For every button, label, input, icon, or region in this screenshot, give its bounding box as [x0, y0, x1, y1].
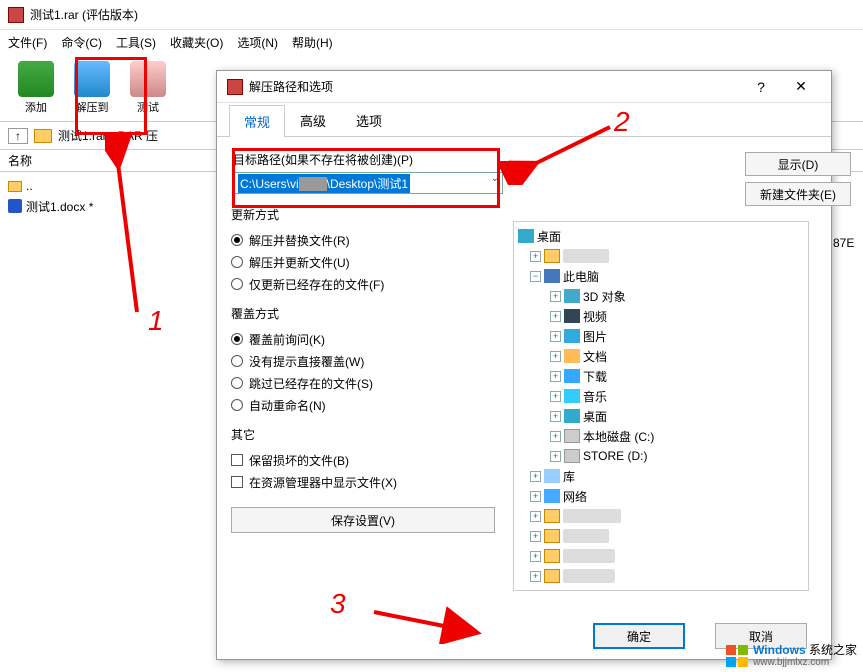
- add-icon: [18, 61, 54, 97]
- radio-overwrite[interactable]: 没有提示直接覆盖(W): [231, 350, 505, 372]
- disk-icon: [564, 449, 580, 463]
- expander-icon[interactable]: −: [530, 271, 541, 282]
- music-icon: [564, 389, 580, 403]
- expander-icon[interactable]: +: [550, 351, 561, 362]
- update-mode-label: 更新方式: [231, 206, 505, 223]
- display-button[interactable]: 显示(D): [745, 152, 851, 176]
- video-icon: [564, 309, 580, 323]
- expander-icon[interactable]: +: [550, 311, 561, 322]
- save-settings-button[interactable]: 保存设置(V): [231, 507, 495, 533]
- col-name[interactable]: 名称: [8, 152, 32, 169]
- check-keep-broken[interactable]: 保留损坏的文件(B): [231, 449, 505, 471]
- expander-icon[interactable]: +: [530, 551, 541, 562]
- up-button[interactable]: ↑: [8, 128, 28, 144]
- expander-icon[interactable]: +: [550, 391, 561, 402]
- menu-favorites[interactable]: 收藏夹(O): [170, 34, 223, 51]
- menu-commands[interactable]: 命令(C): [61, 34, 102, 51]
- pictures-icon: [564, 329, 580, 343]
- add-button[interactable]: 添加: [8, 57, 64, 119]
- ok-button[interactable]: 确定: [593, 623, 685, 649]
- overwrite-label: 覆盖方式: [231, 305, 505, 322]
- radio-extract-replace[interactable]: 解压并替换文件(R): [231, 229, 505, 251]
- expander-icon[interactable]: +: [550, 291, 561, 302]
- documents-icon: [564, 349, 580, 363]
- menu-options[interactable]: 选项(N): [237, 34, 278, 51]
- expander-icon[interactable]: +: [530, 471, 541, 482]
- expander-icon[interactable]: +: [550, 411, 561, 422]
- docx-icon: [8, 199, 22, 213]
- folder-icon: [544, 509, 560, 523]
- expander-icon[interactable]: +: [530, 531, 541, 542]
- radio-ask[interactable]: 覆盖前询问(K): [231, 328, 505, 350]
- expander-icon[interactable]: +: [530, 491, 541, 502]
- winrar-icon: [227, 79, 243, 95]
- 3d-icon: [564, 289, 580, 303]
- menu-file[interactable]: 文件(F): [8, 34, 47, 51]
- archive-icon: [34, 129, 52, 143]
- radio-freshen[interactable]: 仅更新已经存在的文件(F): [231, 273, 505, 295]
- desktop-icon: [518, 229, 534, 243]
- add-label: 添加: [25, 99, 47, 115]
- disk-icon: [564, 429, 580, 443]
- new-folder-button[interactable]: 新建文件夹(E): [745, 182, 851, 206]
- main-titlebar: 测试1.rar (评估版本): [0, 0, 863, 30]
- windows-logo-icon: [725, 644, 749, 668]
- dialog-titlebar: 解压路径和选项 ? ✕: [217, 71, 831, 103]
- folder-icon: [544, 549, 560, 563]
- tab-general[interactable]: 常规: [229, 105, 285, 137]
- menubar: 文件(F) 命令(C) 工具(S) 收藏夹(O) 选项(N) 帮助(H): [0, 30, 863, 54]
- expander-icon[interactable]: +: [550, 431, 561, 442]
- updir-label: ..: [26, 179, 33, 193]
- annotation-number-1: 1: [148, 305, 164, 337]
- annotation-box-2: [232, 148, 500, 208]
- expander-icon[interactable]: +: [550, 371, 561, 382]
- winrar-icon: [8, 7, 24, 23]
- folder-icon: [544, 569, 560, 583]
- expander-icon[interactable]: +: [530, 511, 541, 522]
- watermark: Windows 系统之家 www.bjjmlxz.com: [725, 644, 857, 668]
- check-show-explorer[interactable]: 在资源管理器中显示文件(X): [231, 471, 505, 493]
- folder-icon: [544, 529, 560, 543]
- dialog-tabs: 常规 高级 选项: [217, 107, 831, 137]
- expander-icon[interactable]: +: [550, 331, 561, 342]
- tab-options[interactable]: 选项: [341, 104, 397, 136]
- help-button[interactable]: ?: [741, 79, 781, 95]
- close-button[interactable]: ✕: [781, 78, 821, 95]
- expander-icon[interactable]: +: [550, 451, 561, 462]
- pc-icon: [544, 269, 560, 283]
- dialog-title: 解压路径和选项: [249, 78, 741, 95]
- menu-tools[interactable]: 工具(S): [116, 34, 156, 51]
- expander-icon[interactable]: +: [530, 571, 541, 582]
- tab-advanced[interactable]: 高级: [285, 104, 341, 136]
- expander-icon[interactable]: +: [530, 251, 541, 262]
- misc-label: 其它: [231, 426, 505, 443]
- desktop-icon: [564, 409, 580, 423]
- window-title: 测试1.rar (评估版本): [30, 6, 138, 23]
- file-name: 测试1.docx *: [26, 198, 93, 215]
- menu-help[interactable]: 帮助(H): [292, 34, 333, 51]
- updir-icon: [8, 181, 22, 192]
- radio-rename[interactable]: 自动重命名(N): [231, 394, 505, 416]
- folder-icon: [544, 249, 560, 263]
- radio-extract-update[interactable]: 解压并更新文件(U): [231, 251, 505, 273]
- network-icon: [544, 489, 560, 503]
- downloads-icon: [564, 369, 580, 383]
- library-icon: [544, 469, 560, 483]
- annotation-box-1: [75, 57, 147, 135]
- radio-skip[interactable]: 跳过已经存在的文件(S): [231, 372, 505, 394]
- folder-tree[interactable]: 桌面 +x −此电脑 +3D 对象 +视频 +图片 +文档 +下载 +音乐 +桌…: [513, 221, 809, 591]
